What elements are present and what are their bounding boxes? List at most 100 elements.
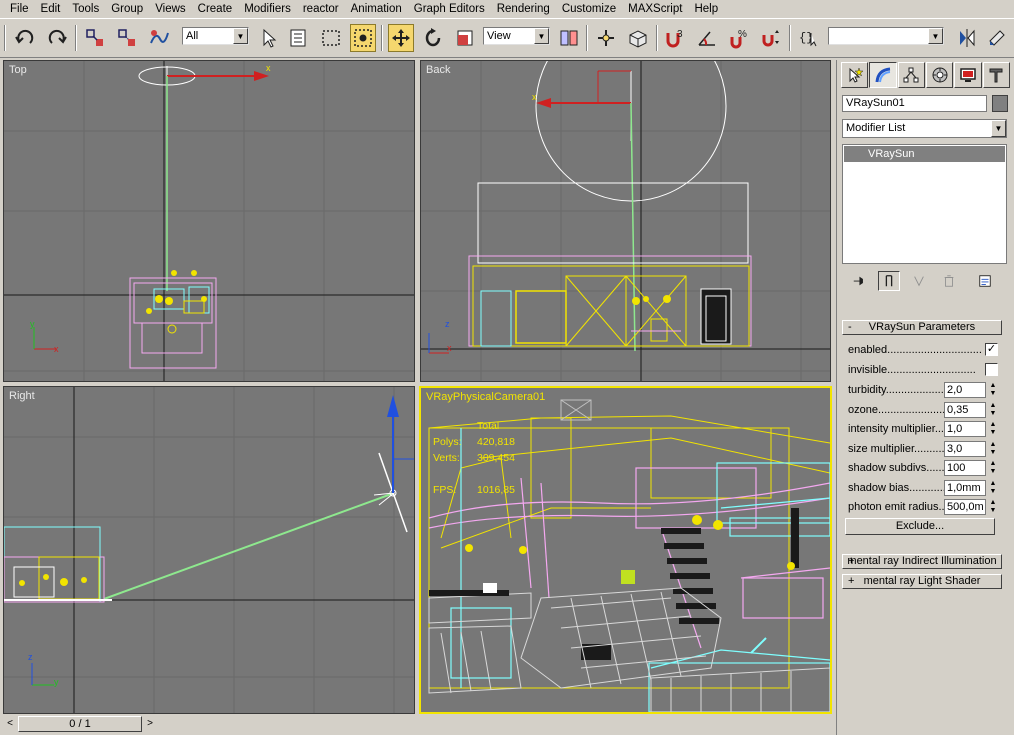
angle-snap-button[interactable]: [694, 24, 720, 52]
rollout-title: VRaySun Parameters: [868, 321, 976, 333]
menu-customize[interactable]: Customize: [556, 0, 622, 18]
manipulate-button[interactable]: [593, 24, 619, 52]
spinner-arrows-icon[interactable]: ▲ ▼: [988, 499, 998, 515]
tab-modify[interactable]: [869, 62, 897, 88]
chevron-down-icon: ▼: [928, 28, 943, 44]
param-turbidity: turbidity...................... 2,0 ▲ ▼: [842, 381, 1004, 399]
window-crossing-button[interactable]: [350, 24, 376, 52]
menu-views[interactable]: Views: [149, 0, 191, 18]
tab-display[interactable]: [954, 62, 982, 88]
select-and-scale-button[interactable]: [452, 24, 478, 52]
time-slider[interactable]: 0 / 1: [18, 716, 142, 732]
menu-file[interactable]: File: [4, 0, 35, 18]
align-icon: [989, 30, 1005, 46]
keyboard-shortcut-override-button[interactable]: [625, 24, 651, 52]
mental-ray-indirect-illumination-rollout[interactable]: + mental ray Indirect Illumination: [842, 554, 1002, 569]
unlink-button[interactable]: [114, 24, 140, 52]
viewport-top[interactable]: x y x Top: [3, 60, 415, 382]
hierarchy-tab-icon: [903, 67, 919, 83]
menu-rendering[interactable]: Rendering: [491, 0, 556, 18]
stats-fps-value: 1016,85: [477, 484, 515, 496]
viewport-label-camera[interactable]: VRayPhysicalCamera01: [426, 391, 545, 403]
time-slider-bar: < 0 / 1 >: [0, 715, 836, 735]
menu-modifiers[interactable]: Modifiers: [238, 0, 297, 18]
ozone-spinner[interactable]: 0,35: [944, 402, 986, 418]
intensity-multiplier-spinner[interactable]: 1,0: [944, 421, 986, 437]
tab-create[interactable]: [841, 62, 869, 88]
shadow-bias-spinner[interactable]: 1,0mm: [944, 480, 986, 496]
previous-frame-button[interactable]: <: [4, 716, 16, 732]
selection-filter-value: All: [186, 30, 199, 42]
viewport-camera[interactable]: VRayPhysicalCamera01 Total Polys: 420,818…: [419, 386, 832, 714]
percent-snap-button[interactable]: %: [726, 24, 752, 52]
menu-animation[interactable]: Animation: [345, 0, 408, 18]
modifier-list-dropdown[interactable]: Modifier List ▼: [842, 119, 1007, 138]
redo-button[interactable]: [44, 24, 70, 52]
menu-tools[interactable]: Tools: [66, 0, 105, 18]
spinner-arrows-icon[interactable]: ▲ ▼: [988, 480, 998, 496]
select-and-rotate-button[interactable]: [420, 24, 446, 52]
select-and-move-button[interactable]: [388, 24, 414, 52]
pivot-icon: [560, 30, 578, 46]
spinner-snap-button[interactable]: [758, 24, 784, 52]
menu-help[interactable]: Help: [688, 0, 724, 18]
vraysun-parameters-rollout[interactable]: - VRaySun Parameters: [842, 320, 1002, 335]
object-name-field[interactable]: VRaySun01: [842, 95, 987, 112]
param-shadow-subdivs: shadow subdivs........ 100 ▲ ▼: [842, 459, 1004, 477]
undo-button[interactable]: [12, 24, 38, 52]
remove-modifier-button[interactable]: [938, 271, 960, 291]
menu-reactor[interactable]: reactor: [297, 0, 345, 18]
enabled-checkbox[interactable]: ✓: [985, 343, 998, 356]
select-object-button[interactable]: [256, 24, 282, 52]
spinner-arrows-icon[interactable]: ▲ ▼: [988, 421, 998, 437]
pin-stack-button[interactable]: [848, 271, 870, 291]
viewport-back[interactable]: x x z Back: [420, 60, 831, 382]
spinner-arrows-icon[interactable]: ▲ ▼: [988, 441, 998, 457]
spinner-arrows-icon[interactable]: ▲ ▼: [988, 382, 998, 398]
stats-verts-value: 309,454: [477, 452, 515, 464]
menu-maxscript[interactable]: MAXScript: [622, 0, 688, 18]
next-frame-button[interactable]: >: [144, 716, 156, 732]
turbidity-spinner[interactable]: 2,0: [944, 382, 986, 398]
named-selection-sets-dropdown[interactable]: ▼: [828, 27, 944, 45]
align-button[interactable]: [984, 24, 1010, 52]
edit-named-selection-button[interactable]: {}: [796, 24, 822, 52]
show-end-result-button[interactable]: [878, 271, 900, 291]
spinner-arrows-icon[interactable]: ▲ ▼: [988, 402, 998, 418]
configure-modifier-sets-button[interactable]: [974, 271, 996, 291]
viewport-label-top[interactable]: Top: [9, 64, 27, 76]
size-multiplier-spinner[interactable]: 3,0: [944, 441, 986, 457]
snaps-toggle-button[interactable]: 3: [662, 24, 688, 52]
invisible-checkbox[interactable]: [985, 363, 998, 376]
tab-utilities[interactable]: [982, 62, 1010, 88]
top-gizmo-x-label: x: [266, 63, 271, 73]
menu-edit[interactable]: Edit: [35, 0, 67, 18]
spinner-arrows-icon[interactable]: ▲ ▼: [988, 460, 998, 476]
modifier-stack[interactable]: VRaySun: [842, 144, 1007, 264]
rectangular-selection-button[interactable]: [318, 24, 344, 52]
menu-create[interactable]: Create: [192, 0, 239, 18]
menu-group[interactable]: Group: [105, 0, 149, 18]
mirror-button[interactable]: [954, 24, 980, 52]
shadow-subdivs-spinner[interactable]: 100: [944, 460, 986, 476]
object-color-swatch[interactable]: [992, 95, 1008, 112]
bind-space-warp-button[interactable]: [146, 24, 172, 52]
stack-item-vraysun[interactable]: VRaySun: [844, 146, 1005, 162]
viewport-label-back[interactable]: Back: [426, 64, 450, 76]
use-pivot-center-button[interactable]: [556, 24, 582, 52]
select-and-link-button[interactable]: [82, 24, 108, 52]
photon-emit-radius-spinner[interactable]: 500,0m: [944, 499, 986, 515]
selection-filter-dropdown[interactable]: All ▼: [182, 27, 249, 45]
mental-ray-light-shader-rollout[interactable]: + mental ray Light Shader: [842, 574, 1002, 589]
rollout-expand-sign: +: [848, 575, 855, 587]
reference-coordinate-dropdown[interactable]: View ▼: [483, 27, 550, 45]
viewport-label-right[interactable]: Right: [9, 390, 35, 402]
chevron-down-icon: ▼: [233, 28, 248, 44]
tab-hierarchy[interactable]: [897, 62, 925, 88]
menu-graph-editors[interactable]: Graph Editors: [408, 0, 491, 18]
viewport-right[interactable]: z y Right: [3, 386, 415, 714]
make-unique-button[interactable]: [908, 271, 930, 291]
select-by-name-button[interactable]: [286, 24, 312, 52]
exclude-button[interactable]: Exclude...: [845, 518, 995, 535]
tab-motion[interactable]: [925, 62, 954, 88]
